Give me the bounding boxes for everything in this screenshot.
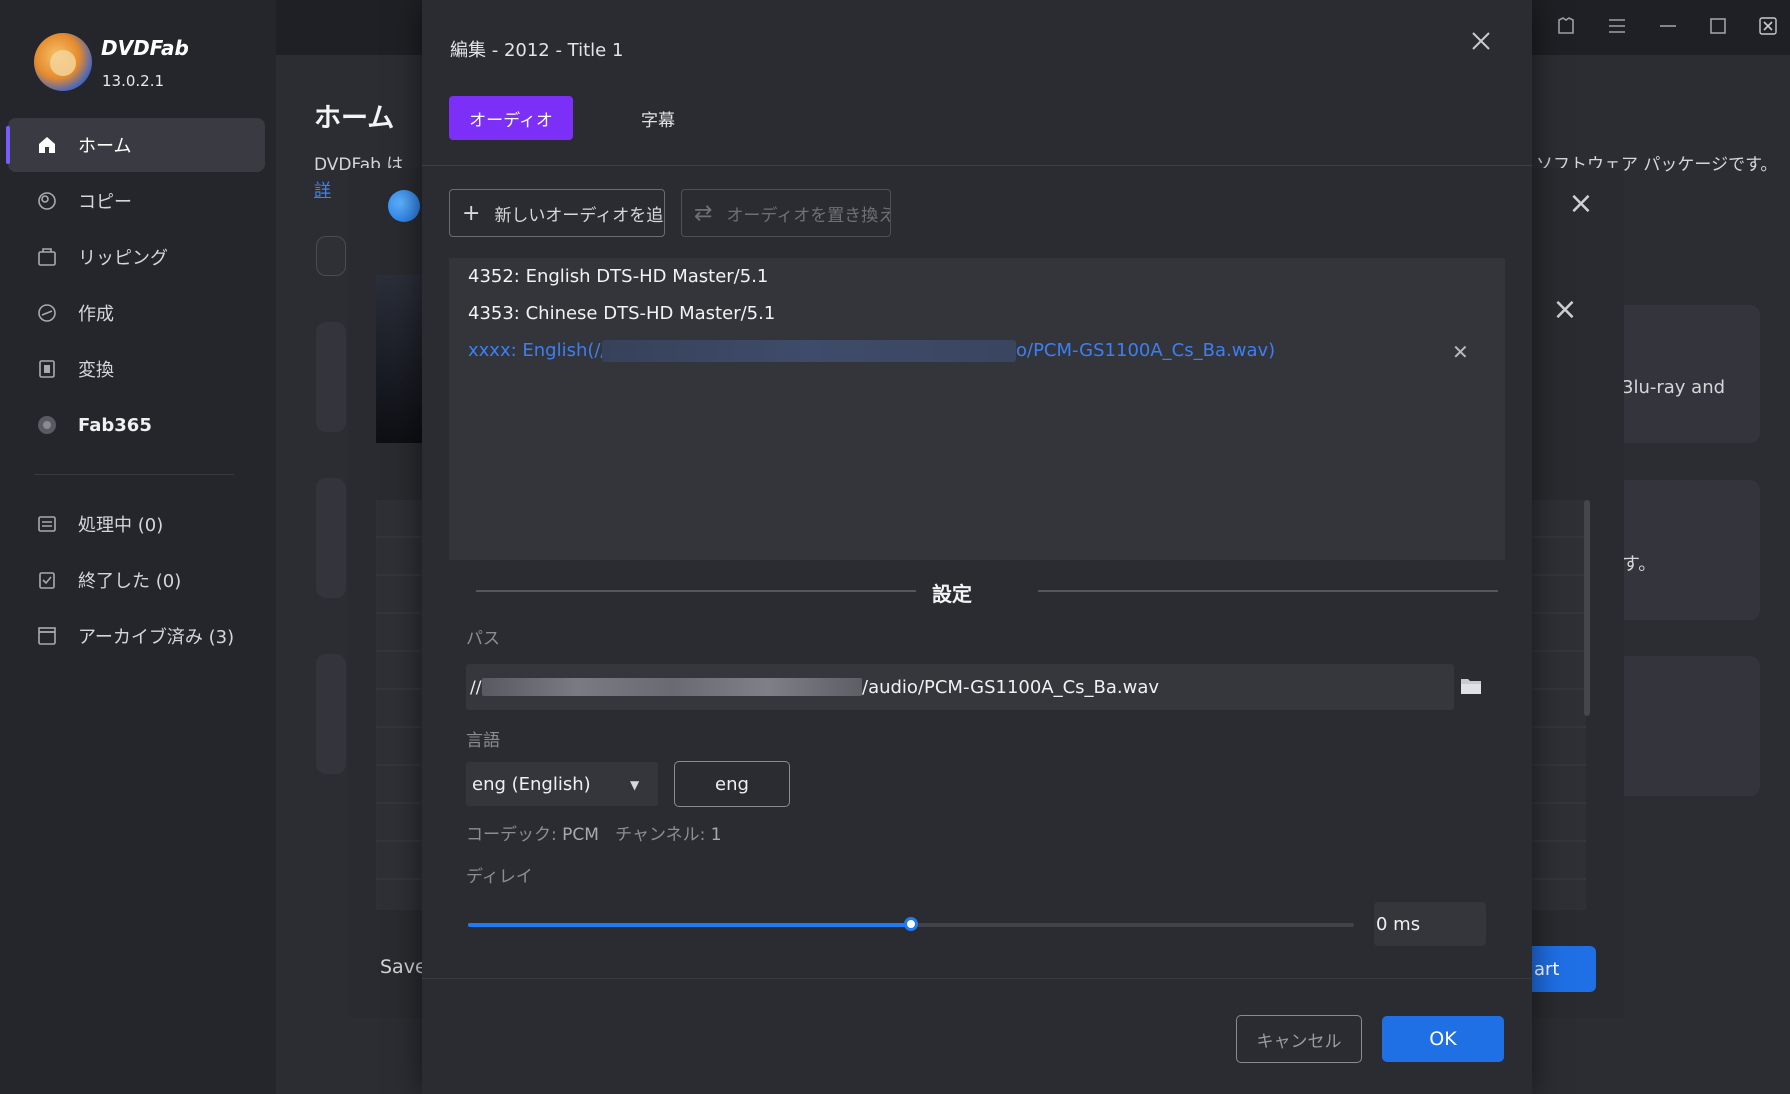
scrollbar[interactable] bbox=[1584, 500, 1590, 716]
ok-button[interactable]: OK bbox=[1382, 1016, 1504, 1062]
path-value: /audio/PCM-GS1100A_Cs_Ba.wav bbox=[862, 677, 1160, 698]
close-window-icon[interactable] bbox=[1756, 14, 1780, 38]
feature-card[interactable] bbox=[1600, 656, 1760, 796]
mode-selector[interactable] bbox=[316, 236, 346, 276]
replace-audio-label: オーディオを置き換え bbox=[726, 205, 891, 226]
dialog-title: 編集 - 2012 - Title 1 bbox=[450, 40, 624, 61]
card-text: す。 bbox=[1622, 554, 1657, 575]
plus-icon: + bbox=[462, 200, 481, 226]
language-value: eng (English) bbox=[472, 773, 591, 795]
creator-icon bbox=[36, 302, 58, 324]
folder-icon[interactable] bbox=[1460, 676, 1484, 698]
sidebar-item-processing[interactable]: 処理中 (0) bbox=[8, 497, 265, 551]
finished-icon bbox=[36, 569, 58, 591]
channel-label: チャンネル: bbox=[615, 825, 711, 845]
sidebar-item-copy[interactable]: コピー bbox=[8, 174, 265, 228]
fab365-icon bbox=[36, 414, 58, 436]
sidebar-item-home[interactable]: ホーム bbox=[6, 118, 265, 172]
sidebar-item-label: アーカイブ済み (3) bbox=[78, 627, 235, 648]
version-label: 13.0.2.1 bbox=[102, 72, 165, 90]
delay-label: ディレイ bbox=[466, 867, 533, 887]
tab-subtitle[interactable]: 字幕 bbox=[620, 96, 696, 140]
codec-label: コーデック: bbox=[466, 825, 563, 845]
chevron-down-icon: ▼ bbox=[630, 778, 640, 792]
language-label: 言語 bbox=[466, 731, 500, 751]
blurred-path-segment bbox=[602, 340, 1016, 362]
tab-audio[interactable]: オーディオ bbox=[449, 96, 573, 140]
feature-card[interactable] bbox=[1600, 305, 1760, 443]
language-code-field[interactable]: eng bbox=[674, 761, 790, 807]
audio-track-selected-prefix[interactable]: xxxx: English(// bbox=[468, 340, 607, 361]
cancel-button[interactable]: キャンセル bbox=[1236, 1015, 1362, 1063]
path-prefix: // bbox=[470, 678, 482, 698]
dialog-close-icon[interactable] bbox=[1470, 30, 1496, 56]
save-to-label: Save bbox=[380, 956, 427, 978]
channel-value: 1 bbox=[710, 825, 722, 845]
feature-card[interactable] bbox=[316, 478, 346, 598]
feature-card[interactable] bbox=[316, 322, 346, 432]
card-text: 3lu-ray and bbox=[1622, 377, 1726, 398]
remove-track-icon[interactable]: ✕ bbox=[1452, 340, 1469, 364]
delay-slider-fill bbox=[468, 923, 911, 927]
swap-icon: ⇄ bbox=[694, 200, 713, 226]
skin-icon[interactable] bbox=[1554, 14, 1578, 38]
copy-icon bbox=[36, 190, 58, 212]
minimize-icon[interactable] bbox=[1656, 14, 1680, 38]
delay-input[interactable]: 0 ms bbox=[1374, 902, 1486, 946]
sidebar-item-label: 処理中 (0) bbox=[78, 515, 164, 536]
sidebar-divider bbox=[34, 474, 234, 475]
logo-mascot-face bbox=[50, 50, 76, 76]
page-title: ホーム bbox=[314, 103, 395, 134]
path-label: パス bbox=[466, 629, 500, 649]
audio-track[interactable]: 4353: Chinese DTS-HD Master/5.1 bbox=[468, 303, 775, 324]
maximize-icon[interactable] bbox=[1706, 14, 1730, 38]
close-icon[interactable]: × bbox=[1551, 295, 1579, 325]
settings-divider bbox=[1038, 590, 1498, 592]
sidebar-item-label: リッピング bbox=[78, 248, 168, 269]
sidebar-item-label: 終了した (0) bbox=[78, 571, 182, 592]
tab-divider bbox=[422, 165, 1532, 166]
home-icon bbox=[36, 134, 58, 156]
add-audio-label: 新しいオーディオを追加 bbox=[494, 205, 665, 226]
settings-divider bbox=[476, 590, 916, 592]
sidebar-item-label: 作成 bbox=[78, 304, 114, 325]
codec-info: コーデック: PCM チャンネル: 1 bbox=[466, 820, 722, 845]
audio-track[interactable]: 4352: English DTS-HD Master/5.1 bbox=[468, 266, 768, 287]
sidebar-item-label: 変換 bbox=[78, 360, 114, 381]
blurred-path-segment bbox=[482, 678, 862, 696]
codec-value: PCM bbox=[562, 825, 599, 845]
menu-icon[interactable] bbox=[1605, 14, 1629, 38]
sidebar-item-fab365[interactable]: Fab365 bbox=[8, 398, 265, 452]
sidebar-item-ripper[interactable]: リッピング bbox=[8, 230, 265, 284]
brand-name: DVDFab bbox=[101, 36, 189, 60]
audio-track-selected-suffix[interactable]: o/PCM-GS1100A_Cs_Ba.wav) bbox=[1016, 340, 1275, 361]
close-icon[interactable]: × bbox=[1567, 189, 1595, 219]
sidebar: DVDFab 13.0.2.1 ホーム コピー リッピング 作成 変換 Fab3… bbox=[0, 0, 276, 1094]
converter-icon bbox=[36, 358, 58, 380]
sidebar-item-label: Fab365 bbox=[78, 414, 152, 436]
sidebar-item-converter[interactable]: 変換 bbox=[8, 342, 265, 396]
sidebar-item-label: ホーム bbox=[78, 136, 132, 157]
add-audio-button[interactable]: + 新しいオーディオを追加 bbox=[449, 189, 665, 237]
archived-icon bbox=[36, 625, 58, 647]
footer-divider bbox=[422, 978, 1532, 979]
sidebar-item-archived[interactable]: アーカイブ済み (3) bbox=[8, 609, 265, 663]
delay-slider-thumb[interactable] bbox=[904, 917, 918, 931]
sidebar-item-creator[interactable]: 作成 bbox=[8, 286, 265, 340]
ripper-icon bbox=[36, 246, 58, 268]
sidebar-item-finished[interactable]: 終了した (0) bbox=[8, 553, 265, 607]
settings-title: 設定 bbox=[932, 582, 972, 606]
replace-audio-button[interactable]: ⇄ オーディオを置き換え bbox=[681, 189, 891, 237]
processing-icon bbox=[36, 513, 58, 535]
home-details-link[interactable]: 詳 bbox=[314, 176, 331, 201]
disc-icon bbox=[388, 190, 420, 222]
feature-card[interactable] bbox=[316, 654, 346, 774]
sidebar-item-label: コピー bbox=[78, 192, 132, 213]
